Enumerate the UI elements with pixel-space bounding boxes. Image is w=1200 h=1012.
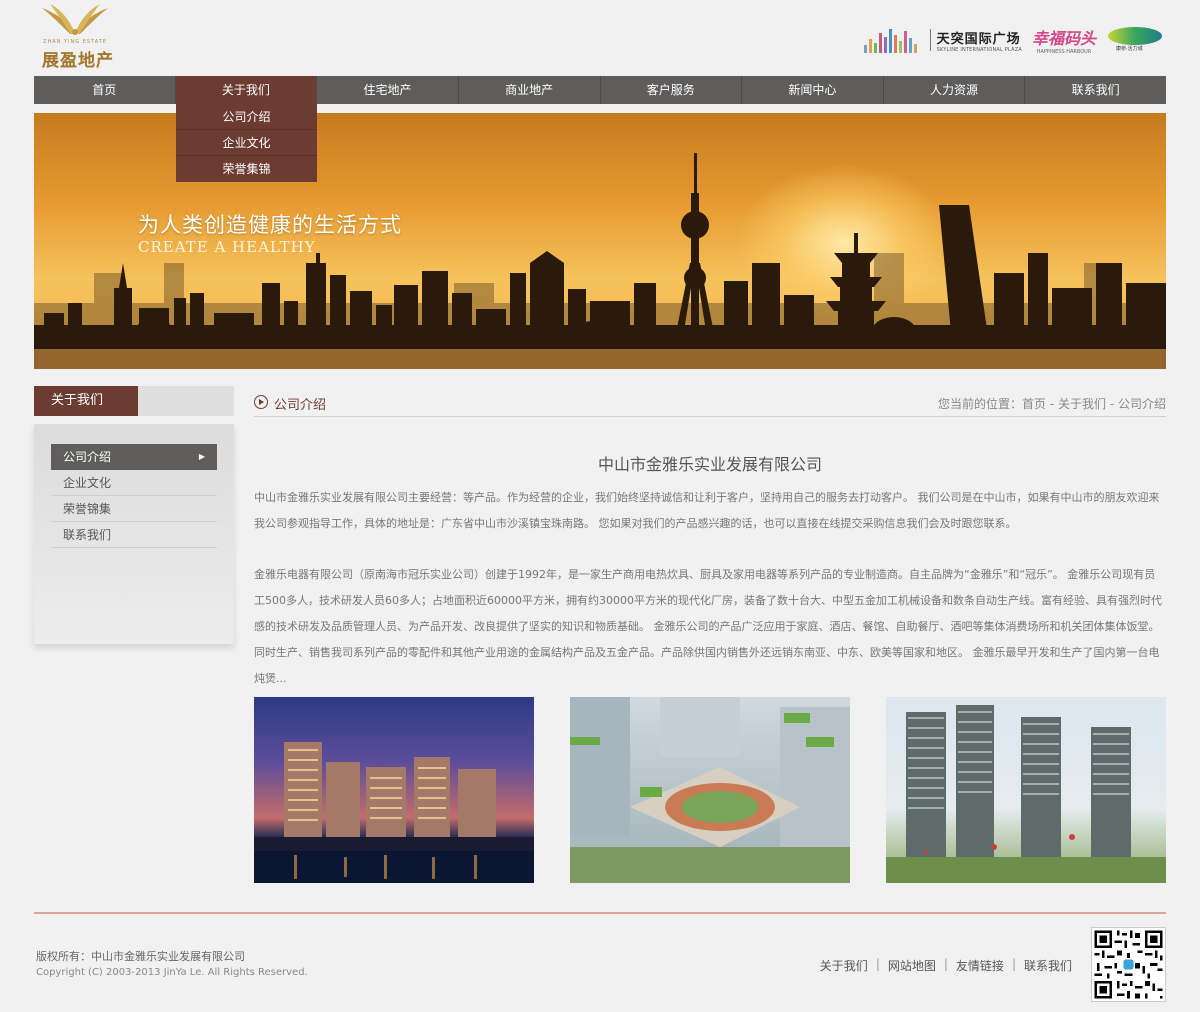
footer-divider xyxy=(34,912,1166,914)
intro-paragraph-2: 金雅乐电器有限公司（原南海市冠乐实业公司）创建于1992年，是一家生产商用电热炊… xyxy=(254,568,1162,685)
intro-paragraph-1: 中山市金雅乐实业发展有限公司主要经营：等产品。作为经营的企业，我们始终坚持诚信和… xyxy=(254,491,1160,530)
main-nav: 首页 关于我们 住宅地产 商业地产 客户服务 新闻中心 人力资源 联系我们 xyxy=(34,76,1166,104)
logo-name: 展盈地产 xyxy=(42,51,114,71)
sidebar-item-label: 公司介绍 xyxy=(63,450,112,464)
nav-item-commercial[interactable]: 商业地产 xyxy=(459,76,601,104)
happy-name: 幸福码头 xyxy=(1031,29,1096,48)
sidebar-item-culture[interactable]: 企业文化 xyxy=(51,470,217,496)
nav-item-customer-service[interactable]: 客户服务 xyxy=(601,76,743,104)
nav-item-about[interactable]: 关于我们 xyxy=(175,76,318,104)
nav-item-hr[interactable]: 人力资源 xyxy=(884,76,1026,104)
company-logo[interactable]: ZHAN YING ESTATE 展盈地产 xyxy=(36,2,116,71)
dropdown-item-company-intro[interactable]: 公司介绍 xyxy=(176,104,317,130)
copyright-cn: 版权所有：中山市金雅乐实业发展有限公司 xyxy=(36,950,245,963)
breadcrumb-about[interactable]: 关于我们 xyxy=(1058,397,1106,411)
partner-divider xyxy=(929,29,931,51)
sidebar-item-contact[interactable]: 联系我们 xyxy=(51,522,217,548)
dropdown-item-culture[interactable]: 企业文化 xyxy=(176,130,317,156)
kangqiao-name: 康桥·活力城 xyxy=(1116,46,1143,52)
sidebar-title: 关于我们 xyxy=(34,386,138,416)
company-name-heading: 中山市金雅乐实业发展有限公司 xyxy=(597,455,822,474)
copyright-en: Copyright (C) 2003-2013 JinYa Le. All Ri… xyxy=(36,967,308,978)
qr-code-icon xyxy=(1094,930,1163,999)
breadcrumb-prefix: 您当前的位置： xyxy=(938,397,1023,411)
banner-subtitle: CREATE A HEALTHY xyxy=(138,238,316,256)
sidebar-item-company-intro[interactable]: 公司介绍 ▶ xyxy=(51,444,217,470)
nav-item-contact[interactable]: 联系我们 xyxy=(1025,76,1166,104)
breadcrumb-current[interactable]: 公司介绍 xyxy=(1118,397,1166,411)
skyline-name: 天突国际广场 xyxy=(936,31,1021,47)
footer-link-contact[interactable]: 联系我们 xyxy=(1024,957,1072,974)
banner-title: 为人类创造健康的生活方式 xyxy=(138,213,402,237)
section-header: 公司介绍 您当前的位置：首页 - 关于我们 - 公司介绍 xyxy=(254,391,1166,417)
about-dropdown-menu: 公司介绍 企业文化 荣誉集锦 xyxy=(176,104,317,182)
nav-item-home[interactable]: 首页 xyxy=(34,76,176,104)
footer-link-separator: | xyxy=(1011,957,1016,971)
sidebar-header: 关于我们 xyxy=(34,386,234,416)
partner-logos: 天突国际广场 SKYLINE INTERNATIONAL PLAZA 幸福码头 … xyxy=(863,22,1164,58)
night-towers-image xyxy=(254,742,534,883)
happy-en-name: HAPPINESS HARBOUR xyxy=(1036,49,1092,55)
partner-kangqiao[interactable]: 康桥·活力城 xyxy=(1106,25,1164,55)
section-title: 公司介绍 xyxy=(274,398,327,413)
commercial-plaza-image xyxy=(570,697,850,883)
project-photo-commercial-plaza[interactable] xyxy=(570,697,850,883)
project-photo-night-towers[interactable] xyxy=(254,697,534,883)
play-circle-icon xyxy=(254,395,268,409)
breadcrumb-separator: - xyxy=(1046,397,1058,411)
kangqiao-logo-icon xyxy=(1108,27,1162,45)
triangle-right-icon: ▶ xyxy=(198,452,205,461)
residential-towers-image xyxy=(886,705,1166,883)
sidebar-item-honors[interactable]: 荣誉锦集 xyxy=(51,496,217,522)
wing-logo-icon xyxy=(42,4,108,35)
breadcrumb-separator: - xyxy=(1106,397,1118,411)
sidebar-menu: 公司介绍 ▶ 企业文化 荣誉锦集 联系我们 xyxy=(51,444,217,548)
breadcrumb-home[interactable]: 首页 xyxy=(1022,397,1046,411)
skyline-en-name: SKYLINE INTERNATIONAL PLAZA xyxy=(936,46,1022,53)
skyline-bars-icon xyxy=(863,27,922,53)
footer-link-friends[interactable]: 友情链接 xyxy=(956,957,1004,974)
nav-item-residential[interactable]: 住宅地产 xyxy=(317,76,459,104)
breadcrumb: 您当前的位置：首页 - 关于我们 - 公司介绍 xyxy=(938,395,1166,412)
footer-links: 关于我们 | 网站地图 | 友情链接 | 联系我们 xyxy=(820,957,1072,974)
dropdown-item-honors[interactable]: 荣誉集锦 xyxy=(176,156,317,182)
qr-code[interactable] xyxy=(1091,927,1166,1002)
partner-skyline-plaza[interactable]: 天突国际广场 SKYLINE INTERNATIONAL PLAZA xyxy=(863,22,1022,58)
nav-item-news[interactable]: 新闻中心 xyxy=(742,76,884,104)
partner-happiness-harbour[interactable]: 幸福码头 HAPPINESS HARBOUR xyxy=(1032,25,1096,55)
logo-subtitle: ZHAN YING ESTATE xyxy=(43,39,107,45)
footer-link-about[interactable]: 关于我们 xyxy=(820,957,868,974)
project-photo-residential-towers[interactable] xyxy=(886,697,1166,883)
footer-link-separator: | xyxy=(875,957,880,971)
footer-link-sitemap[interactable]: 网站地图 xyxy=(888,957,936,974)
sidebar-panel: 公司介绍 ▶ 企业文化 荣誉锦集 联系我们 xyxy=(34,424,234,644)
footer-link-separator: | xyxy=(943,957,948,971)
